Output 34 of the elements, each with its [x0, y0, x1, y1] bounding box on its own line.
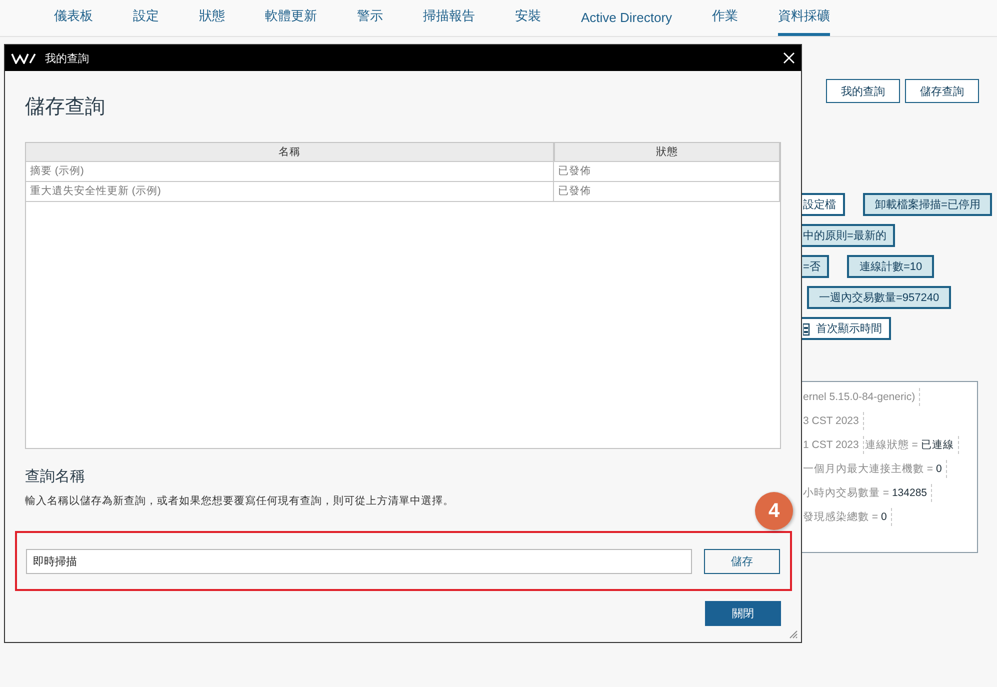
resize-grip-icon[interactable]	[789, 630, 798, 639]
section-heading: 查詢名稱	[25, 467, 86, 486]
description: 輸入名稱以儲存為新查詢，或者如果您想要覆寫任何現有查詢，則可從上方清單中選擇。	[25, 494, 455, 508]
save-button[interactable]: 儲存	[704, 548, 780, 574]
dialog-heading: 儲存查詢	[25, 95, 106, 120]
table-cell[interactable]: 已發佈	[554, 162, 780, 182]
table-cell[interactable]: 重大遺失安全性更新 (示例)	[26, 182, 554, 202]
table-cell[interactable]: 摘要 (示例)	[26, 162, 554, 182]
column-header[interactable]: 名稱	[26, 143, 554, 162]
filter-tag[interactable]: 連線計數=10	[847, 255, 934, 278]
nav-tab[interactable]: 狀態	[199, 7, 225, 36]
nav-tab[interactable]: 設定	[133, 7, 159, 36]
toolbar-button[interactable]: 儲存查詢	[905, 79, 979, 103]
close-icon[interactable]	[783, 52, 795, 64]
nav-tab[interactable]: 軟體更新	[265, 7, 317, 36]
toolbar-button[interactable]: 我的查詢	[826, 79, 900, 103]
filter-tag[interactable]: 一週內交易數量=957240	[807, 286, 952, 309]
step-badge: 4	[755, 492, 793, 530]
calendar-icon	[803, 322, 810, 336]
nav-tab[interactable]: 掃描報告	[423, 7, 475, 36]
nav-tab[interactable]: 安裝	[515, 7, 541, 36]
filter-tag[interactable]: 卸載檔案掃描=已停用	[863, 193, 992, 216]
query-name-field[interactable]: 即時掃描	[26, 548, 692, 574]
nav-tab[interactable]: Active Directory	[581, 10, 672, 36]
nav-tab[interactable]: 警示	[357, 7, 383, 36]
dialog-title: 我的查詢	[45, 52, 90, 66]
column-header[interactable]: 狀態	[554, 143, 780, 162]
logo-icon	[11, 52, 37, 64]
info-item: 連線狀態 = 已連線	[864, 436, 959, 454]
close-button[interactable]: 關閉	[705, 601, 781, 626]
table-cell[interactable]: 已發佈	[554, 182, 780, 202]
nav-tab[interactable]: 作業	[712, 7, 738, 36]
nav-tab[interactable]: 資料採礦	[778, 7, 830, 36]
nav-tab[interactable]: 儀表板	[54, 7, 93, 36]
